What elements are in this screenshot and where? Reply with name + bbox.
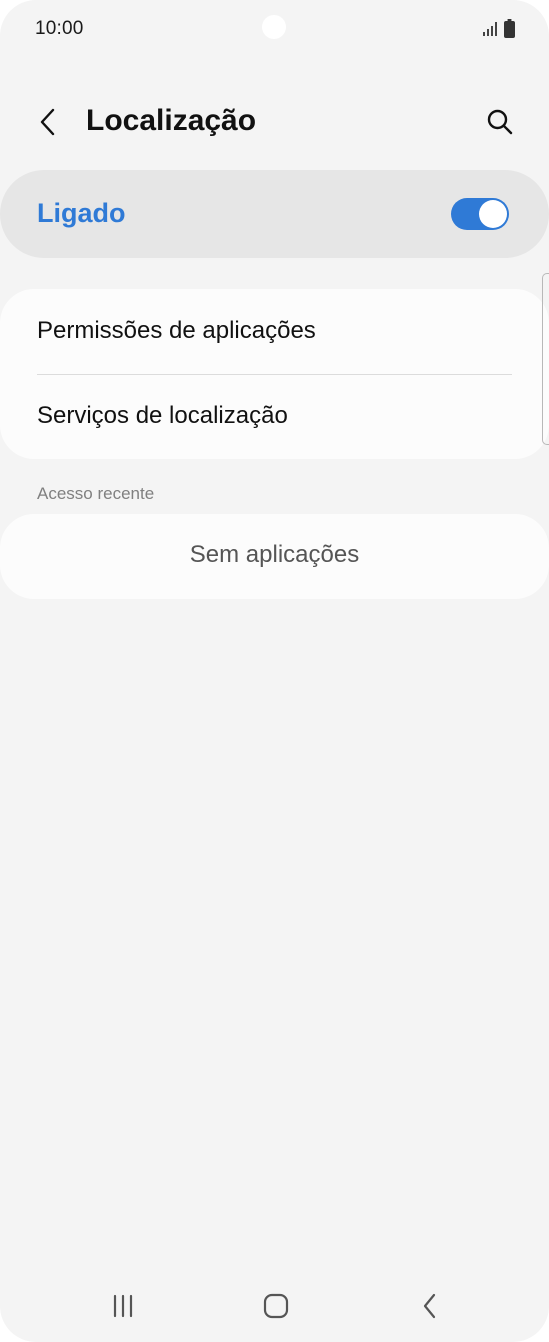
signal-icon <box>483 22 497 36</box>
toggle-knob <box>479 200 507 228</box>
recent-apps-icon <box>113 1294 133 1318</box>
home-button[interactable] <box>252 1282 300 1330</box>
master-switch-label: Ligado <box>37 198 126 228</box>
list-item-app-permissions[interactable]: Permissões de aplicações <box>0 289 549 374</box>
search-icon <box>487 109 513 135</box>
page-title: Localização <box>86 104 257 137</box>
chevron-left-icon <box>40 108 55 136</box>
navigation-bar <box>0 1270 549 1342</box>
app-header: Localização <box>0 92 549 152</box>
list-item-label: Serviços de localização <box>37 402 288 429</box>
battery-icon <box>504 19 515 38</box>
status-time: 10:00 <box>35 18 84 39</box>
list-item-location-services[interactable]: Serviços de localização <box>0 375 549 460</box>
nav-back-button[interactable] <box>406 1282 454 1330</box>
empty-state-text: Sem aplicações <box>189 541 360 568</box>
settings-list: Permissões de aplicações Serviços de loc… <box>0 289 549 459</box>
back-button[interactable] <box>28 102 68 142</box>
list-item-label: Permissões de aplicações <box>37 317 316 344</box>
back-icon <box>423 1293 436 1319</box>
location-toggle[interactable] <box>451 198 509 230</box>
scrollbar[interactable] <box>542 273 549 445</box>
home-icon <box>263 1293 289 1319</box>
recent-apps-button[interactable] <box>99 1282 147 1330</box>
location-master-switch[interactable]: Ligado <box>0 170 549 258</box>
camera-cutout <box>262 15 286 39</box>
status-bar: 10:00 <box>0 0 549 58</box>
section-header-recent-access: Acesso recente <box>37 484 155 503</box>
phone-screen: 10:00 Localização Ligado Permissões de a… <box>0 0 549 1342</box>
search-button[interactable] <box>480 102 520 142</box>
recent-access-card: Sem aplicações <box>0 514 549 599</box>
